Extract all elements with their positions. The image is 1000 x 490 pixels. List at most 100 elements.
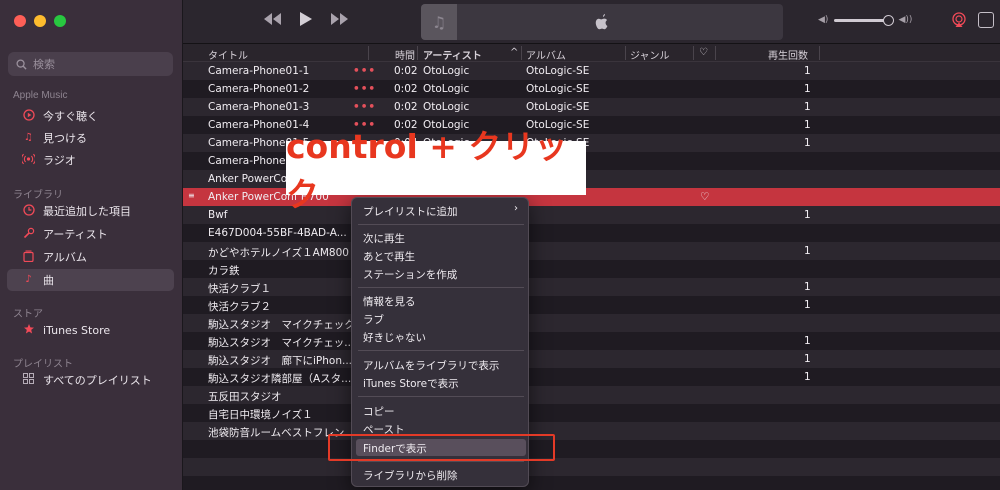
minimize-window-button[interactable] bbox=[34, 15, 46, 27]
row-artist: OtoLogic bbox=[423, 65, 470, 77]
table-row[interactable] bbox=[183, 440, 1000, 458]
sidebar-item-songs[interactable]: ♪ 曲 bbox=[7, 269, 174, 291]
column-header-love[interactable]: ♡ bbox=[699, 47, 708, 58]
volume-slider-knob[interactable] bbox=[883, 14, 895, 26]
menu-item-copy[interactable]: コピー bbox=[363, 404, 395, 419]
row-play-count: 1 bbox=[804, 245, 811, 257]
row-artist: OtoLogic bbox=[423, 83, 470, 95]
row-play-count: 1 bbox=[804, 137, 811, 149]
column-divider bbox=[693, 46, 694, 60]
table-row[interactable]: 自宅日中環境ノイズ１ bbox=[183, 404, 1000, 422]
sidebar-item-radio[interactable]: ラジオ bbox=[7, 149, 174, 171]
menu-item-get-info[interactable]: 情報を見る bbox=[363, 294, 416, 309]
more-options-icon: ••• bbox=[353, 101, 377, 113]
row-title: Camera-Phone01-2 bbox=[208, 83, 310, 95]
row-title: 快活クラブ１ bbox=[208, 283, 271, 295]
finder-highlight-box bbox=[328, 434, 555, 461]
column-header-time[interactable]: 時間 bbox=[395, 47, 415, 62]
apple-logo-icon bbox=[595, 13, 608, 30]
menu-separator bbox=[358, 287, 524, 288]
drag-handle-icon[interactable]: ≡ bbox=[188, 191, 195, 200]
column-header-genre[interactable]: ジャンル bbox=[630, 47, 670, 62]
star-icon bbox=[22, 323, 35, 338]
volume-high-icon: ◀)) bbox=[898, 15, 913, 25]
row-title: 駒込スタジオ マイクチェッ... bbox=[208, 337, 355, 349]
row-album: OtoLogic-SE bbox=[526, 83, 590, 95]
row-play-count: 1 bbox=[804, 65, 811, 77]
airplay-icon[interactable] bbox=[951, 12, 967, 32]
column-divider bbox=[368, 46, 369, 60]
lyrics-icon[interactable] bbox=[978, 12, 994, 28]
row-play-count: 1 bbox=[804, 353, 811, 365]
menu-separator bbox=[358, 396, 524, 397]
table-row[interactable]: Camera-Phone01-1 ••• 0:02 OtoLogic OtoLogic-… bbox=[183, 62, 1000, 80]
table-row[interactable]: 駒込スタジオ隣部屋（Aスタ... 1 bbox=[183, 368, 1000, 386]
table-row[interactable]: E467D004-55BF-4BAD-A... bbox=[183, 224, 1000, 242]
play-icon[interactable] bbox=[299, 11, 313, 31]
sidebar-item-recently-added[interactable]: 最近追加した項目 bbox=[7, 200, 174, 222]
volume-low-icon: ◀) bbox=[818, 15, 829, 25]
sidebar-item-browse[interactable]: ♫ 見つける bbox=[7, 127, 174, 149]
rewind-icon[interactable] bbox=[263, 11, 283, 31]
row-play-count: 1 bbox=[804, 209, 811, 221]
album-icon bbox=[22, 250, 35, 265]
sidebar-item-label: ラジオ bbox=[43, 154, 76, 167]
table-row[interactable]: 駒込スタジオ 廊下にiPhon... 1 bbox=[183, 350, 1000, 368]
sidebar-item-label: 曲 bbox=[43, 274, 54, 287]
table-row[interactable]: 快活クラブ２ 1 bbox=[183, 296, 1000, 314]
menu-item-play-next[interactable]: 次に再生 bbox=[363, 231, 405, 246]
sidebar-item-albums[interactable]: アルバム bbox=[7, 246, 174, 268]
fast-forward-icon[interactable] bbox=[329, 11, 349, 31]
table-row[interactable]: 駒込スタジオ マイクチェッ... 1 bbox=[183, 332, 1000, 350]
menu-separator bbox=[358, 224, 524, 225]
sidebar-item-artists[interactable]: アーティスト bbox=[7, 223, 174, 245]
love-heart-icon: ♡ bbox=[700, 191, 710, 203]
now-playing-display: ♫ bbox=[421, 4, 783, 40]
column-divider bbox=[715, 46, 716, 60]
table-row[interactable]: 五反田スタジオ bbox=[183, 386, 1000, 404]
column-header-title[interactable]: タイトル bbox=[208, 47, 248, 62]
table-row[interactable]: Camera-Phone01-2 ••• 0:02 OtoLogic OtoLogic-… bbox=[183, 80, 1000, 98]
menu-item-dislike[interactable]: 好きじゃない bbox=[363, 330, 426, 345]
column-header-plays[interactable]: 再生回数 bbox=[768, 47, 808, 62]
close-window-button[interactable] bbox=[14, 15, 26, 27]
table-row[interactable] bbox=[183, 476, 1000, 490]
zoom-window-button[interactable] bbox=[54, 15, 66, 27]
sidebar-item-listen-now[interactable]: 今すぐ聴く bbox=[7, 105, 174, 127]
section-title-library: ライブラリ bbox=[13, 190, 63, 201]
sidebar-item-all-playlists[interactable]: すべてのプレイリスト bbox=[7, 369, 174, 391]
songs-table: タイトル 時間 アーティスト ^ アルバム ジャンル ♡ 再生回数 Camera… bbox=[183, 44, 1000, 490]
table-row[interactable] bbox=[183, 458, 1000, 476]
menu-item-show-in-itunes-store[interactable]: iTunes Storeで表示 bbox=[363, 376, 459, 391]
sidebar-item-itunes-store[interactable]: iTunes Store bbox=[7, 319, 174, 341]
column-header-album[interactable]: アルバム bbox=[526, 47, 566, 62]
menu-item-delete-from-library[interactable]: ライブラリから削除 bbox=[363, 468, 458, 483]
table-row[interactable]: 快活クラブ１ 1 bbox=[183, 278, 1000, 296]
row-title: 快活クラブ２ bbox=[208, 301, 271, 313]
table-row[interactable]: カラ鉄 bbox=[183, 260, 1000, 278]
column-divider bbox=[417, 46, 418, 60]
sort-ascending-icon: ^ bbox=[510, 47, 519, 58]
menu-item-show-album-in-library[interactable]: アルバムをライブラリで表示 bbox=[363, 358, 499, 373]
volume-slider[interactable] bbox=[834, 14, 895, 26]
table-row[interactable]: かどやホテルノイズ１AM800 1 bbox=[183, 242, 1000, 260]
more-options-icon: ••• bbox=[353, 83, 377, 95]
row-title: Camera-Phone01-1 bbox=[208, 65, 310, 77]
table-row[interactable]: 駒込スタジオ マイクチェック bbox=[183, 314, 1000, 332]
menu-item-love[interactable]: ラブ bbox=[363, 312, 384, 327]
toolbar: ♫ ◀) ◀)) bbox=[183, 0, 1000, 44]
menu-separator bbox=[358, 350, 524, 351]
play-circle-icon bbox=[22, 108, 35, 124]
more-options-icon: ••• bbox=[353, 65, 377, 77]
menu-item-play-later[interactable]: あとで再生 bbox=[363, 249, 415, 264]
table-row[interactable]: 池袋防音ルームベストフレン bbox=[183, 422, 1000, 440]
sidebar-item-label: アルバム bbox=[43, 251, 87, 264]
column-divider bbox=[521, 46, 522, 60]
row-title: 自宅日中環境ノイズ１ bbox=[208, 409, 313, 421]
row-time: 0:02 bbox=[394, 65, 418, 77]
search-input[interactable]: 検索 bbox=[8, 52, 173, 76]
menu-item-create-station[interactable]: ステーションを作成 bbox=[363, 267, 457, 282]
table-row[interactable]: Camera-Phone01-3 ••• 0:02 OtoLogic OtoLogic-… bbox=[183, 98, 1000, 116]
row-album: OtoLogic-SE bbox=[526, 65, 590, 77]
column-header-artist[interactable]: アーティスト bbox=[423, 47, 482, 62]
